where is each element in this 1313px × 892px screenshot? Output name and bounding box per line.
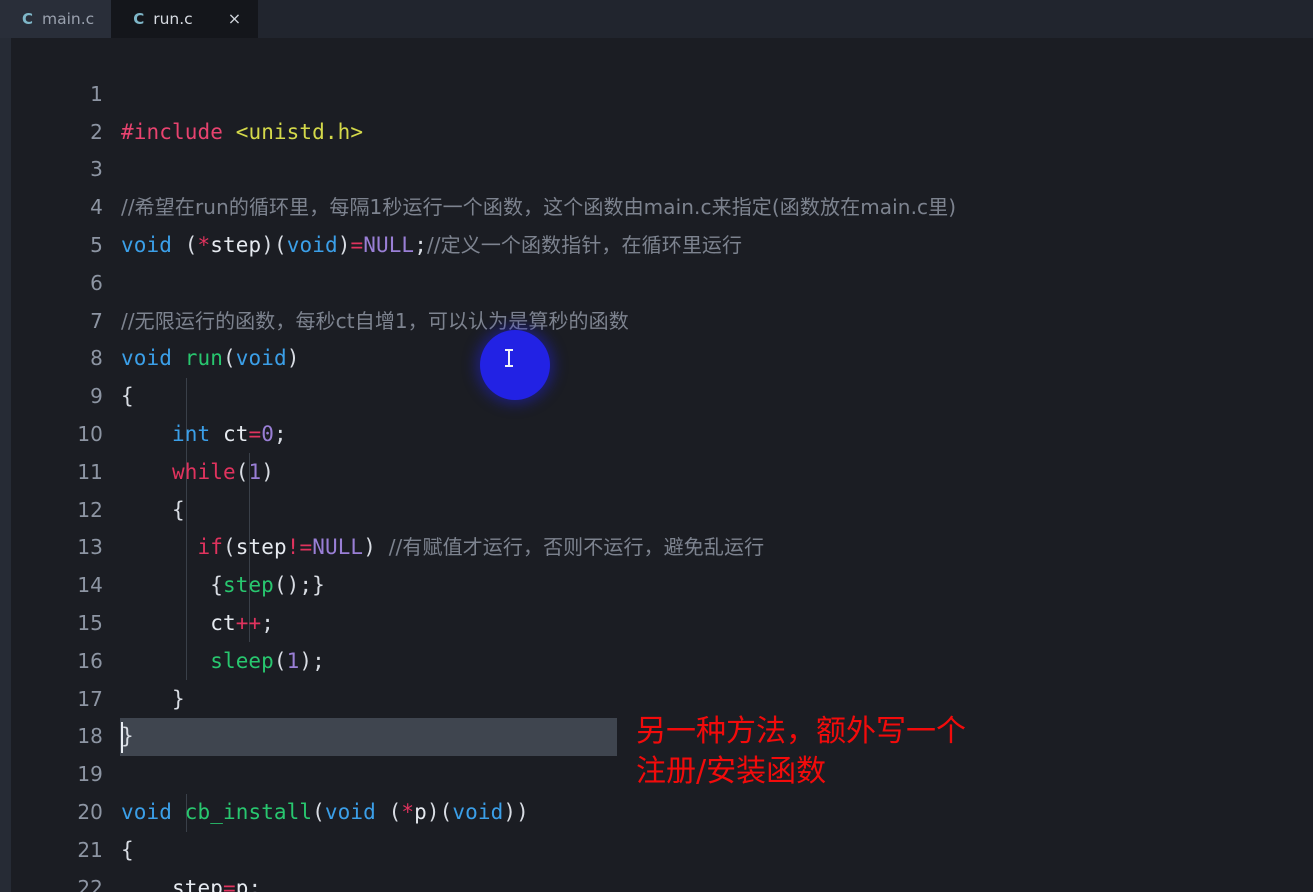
code-line[interactable]: 15 sleep(1); (11, 567, 1313, 673)
tab-label: main.c (42, 10, 95, 28)
code-editor[interactable]: 1 #include <unistd.h> 2 3 //希望在run的循环里，每… (0, 38, 1313, 892)
code-line[interactable]: 23 (11, 870, 1313, 892)
annotation-line-2: 注册/安装函数 (636, 754, 827, 789)
editor-left-strip (0, 38, 11, 892)
annotation-line-1: 另一种方法，额外写一个 (636, 714, 966, 749)
code-line[interactable]: 14 ct++; (11, 529, 1313, 635)
code-line[interactable]: 10 while(1) (11, 378, 1313, 484)
code-line[interactable]: 6 //无限运行的函数，每秒ct自增1，可以认为是算秒的函数 (11, 227, 1313, 333)
tab-run-c[interactable]: C run.c × (111, 0, 259, 38)
editor-tab-bar: C main.c C run.c × (0, 0, 1313, 39)
code-line[interactable]: 13 {step();} (11, 492, 1313, 597)
code-line[interactable]: 2 (11, 76, 1313, 144)
tab-bar-empty-area (258, 0, 1313, 38)
text-cursor-icon (505, 349, 513, 367)
code-line[interactable]: 1 #include <unistd.h> (11, 38, 1313, 144)
code-line[interactable]: 8 { (11, 303, 1313, 408)
c-file-icon: C (133, 10, 145, 28)
code-line[interactable]: 5 (11, 189, 1313, 257)
code-line[interactable]: 4 void (*step)(void)=NULL;//定义一个函数指针，在循环… (11, 151, 1313, 257)
code-line[interactable]: 16 } (11, 605, 1313, 711)
click-halo (480, 330, 550, 400)
code-line[interactable]: 17 } (11, 643, 1313, 749)
tab-main-c[interactable]: C main.c (0, 0, 112, 38)
code-line[interactable]: 21 step=p; (11, 794, 1313, 892)
code-line[interactable]: 3 //希望在run的循环里，每隔1秒运行一个函数，这个函数由main.c来指定… (11, 114, 1313, 219)
code-line[interactable]: 12 if(step!=NULL) //有赋值才运行，否则不运行，避免乱运行 (11, 454, 1313, 560)
tab-label: run.c (153, 10, 193, 28)
code-line[interactable]: 11 { (11, 416, 1313, 522)
code-line[interactable]: 22 } (11, 832, 1313, 892)
annotation-overlay: 另一种方法，额外写一个 注册/安装函数 (636, 712, 966, 792)
c-file-icon: C (22, 10, 34, 28)
code-editor-window: C main.c C run.c × 1 #include <unistd.h> (0, 0, 1313, 892)
code-line[interactable]: 9 int ct=0; (11, 340, 1313, 446)
close-icon[interactable]: × (228, 11, 241, 27)
code-line[interactable]: 7 void run(void) (11, 265, 1313, 371)
